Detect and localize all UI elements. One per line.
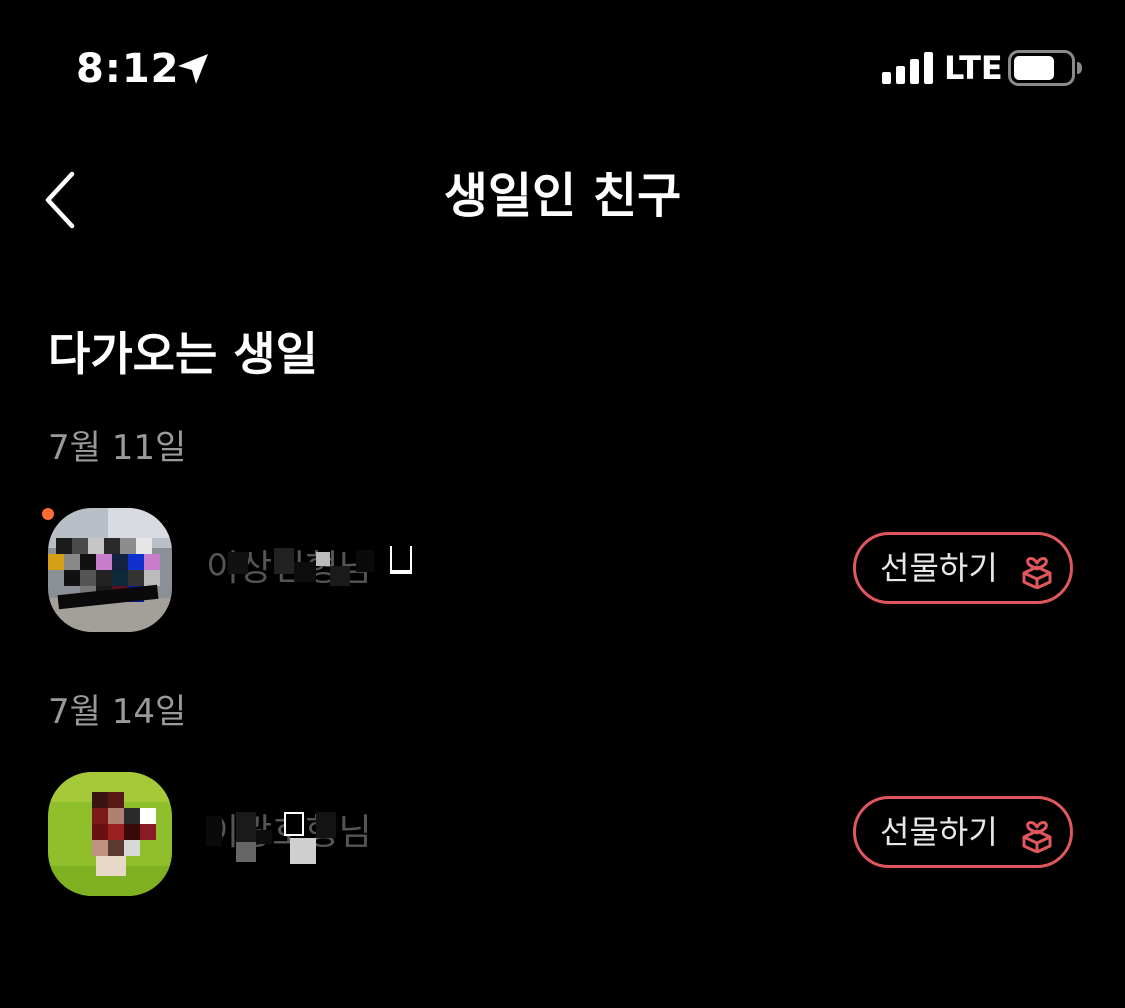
location-arrow-icon [178,54,208,84]
network-type: LTE [944,49,1003,87]
name-blur-mask [228,546,412,586]
nav-bar: 생일인 친구 [0,140,1125,260]
section-title: 다가오는 생일 [48,327,318,381]
avatar-image [48,508,172,632]
gift-box-icon [1022,821,1052,853]
new-indicator-dot [42,508,54,520]
battery-icon [1008,50,1082,86]
status-time: 8:12 [76,46,180,92]
gift-button-label: 선물하기 [880,813,998,851]
gift-button[interactable]: 선물하기 [853,796,1073,868]
friend-row[interactable]: 이상민형님 선물하기 [0,508,1125,638]
page-title: 생일인 친구 [443,168,682,224]
date-label: 7월 14일 [48,692,187,732]
gift-box-icon [1022,557,1052,589]
date-label: 7월 11일 [48,428,187,468]
gift-button[interactable]: 선물하기 [853,532,1073,604]
avatar[interactable] [48,508,172,632]
avatar-image [48,772,172,896]
signal-bars-icon [882,52,933,84]
name-blur-mask [206,812,336,864]
friend-row[interactable]: 이광호형님 선물하기 [0,772,1125,902]
gift-button-label: 선물하기 [880,549,998,587]
avatar[interactable] [48,772,172,896]
status-bar: 8:12 LTE [0,0,1125,140]
